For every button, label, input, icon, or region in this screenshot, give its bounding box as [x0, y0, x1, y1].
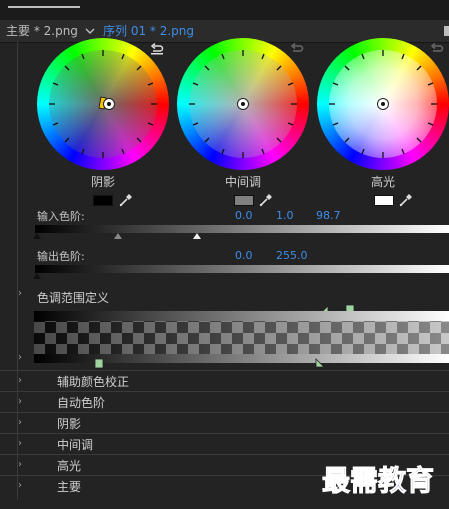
output-white-value[interactable]: 255.0	[276, 249, 308, 262]
section-label: 阴影	[57, 417, 82, 431]
section-label: 中间调	[57, 438, 94, 452]
input-gamma-value[interactable]: 1.0	[276, 209, 294, 222]
output-levels-gradient	[35, 265, 449, 273]
expand-arrow-icon[interactable]: ›	[18, 375, 22, 386]
input-white-handle[interactable]	[193, 233, 201, 239]
input-black-value[interactable]: 0.0	[235, 209, 253, 222]
section-midtones[interactable]: › 中间调	[0, 433, 449, 455]
tonal-range-checker-strip	[34, 311, 449, 363]
section-auto-levels[interactable]: › 自动色阶	[0, 391, 449, 413]
hidden-section-expand-icon[interactable]: ›	[18, 352, 22, 363]
expand-arrow-icon[interactable]: ›	[18, 480, 22, 491]
section-label: 辅助颜色校正	[57, 375, 130, 389]
midtone-wheel-center[interactable]	[237, 98, 249, 110]
output-levels-label: 输出色阶:	[37, 250, 85, 263]
input-gamma-handle[interactable]	[114, 233, 122, 239]
tonal-range-expand-icon[interactable]: ›	[18, 288, 22, 299]
midtone-color-wheel[interactable]	[177, 38, 309, 170]
input-levels-label: 输入色阶:	[37, 210, 85, 223]
tonal-range-title: 色调范围定义	[37, 291, 110, 305]
input-levels-gradient	[35, 225, 449, 233]
shadow-color-wheel[interactable]	[37, 38, 169, 170]
expand-arrow-icon[interactable]: ›	[18, 459, 22, 470]
highlight-color-wheel[interactable]	[317, 38, 449, 170]
section-label: 主要	[57, 480, 82, 494]
section-label: 高光	[57, 459, 82, 473]
highlight-swatch[interactable]	[374, 195, 394, 206]
output-black-value[interactable]: 0.0	[235, 249, 253, 262]
expand-arrow-icon[interactable]: ›	[18, 396, 22, 407]
midtone-swatch[interactable]	[234, 195, 254, 206]
input-white-value[interactable]: 98.7	[316, 209, 341, 222]
tonal-range-bottom-handles[interactable]	[94, 358, 334, 370]
top-bar	[0, 0, 449, 20]
chevron-down-icon[interactable]	[84, 25, 96, 37]
midtone-label: 中间调	[224, 175, 261, 189]
input-black-handle[interactable]	[33, 233, 41, 239]
highlight-eyedropper-icon[interactable]	[399, 193, 413, 207]
section-secondary-color-correction[interactable]: › 辅助颜色校正	[0, 370, 449, 392]
section-label: 自动色阶	[57, 396, 106, 410]
shadow-eyedropper-icon[interactable]	[119, 193, 133, 207]
expand-arrow-icon[interactable]: ›	[18, 438, 22, 449]
highlight-wheel-center[interactable]	[377, 98, 389, 110]
section-shadows[interactable]: › 阴影	[0, 412, 449, 434]
watermark: 最需教育	[321, 464, 435, 498]
midtone-eyedropper-icon[interactable]	[259, 193, 273, 207]
tab-overflow-indicator[interactable]	[444, 26, 449, 36]
shadow-label: 阴影	[90, 175, 115, 189]
output-black-handle[interactable]	[33, 273, 41, 279]
expand-arrow-icon[interactable]: ›	[18, 417, 22, 428]
shadow-wheel-center[interactable]	[103, 98, 115, 110]
panel-indicator	[8, 6, 80, 8]
tonal-range-preview	[34, 311, 449, 363]
shadow-swatch[interactable]	[93, 195, 113, 206]
highlight-label: 高光	[370, 175, 395, 189]
